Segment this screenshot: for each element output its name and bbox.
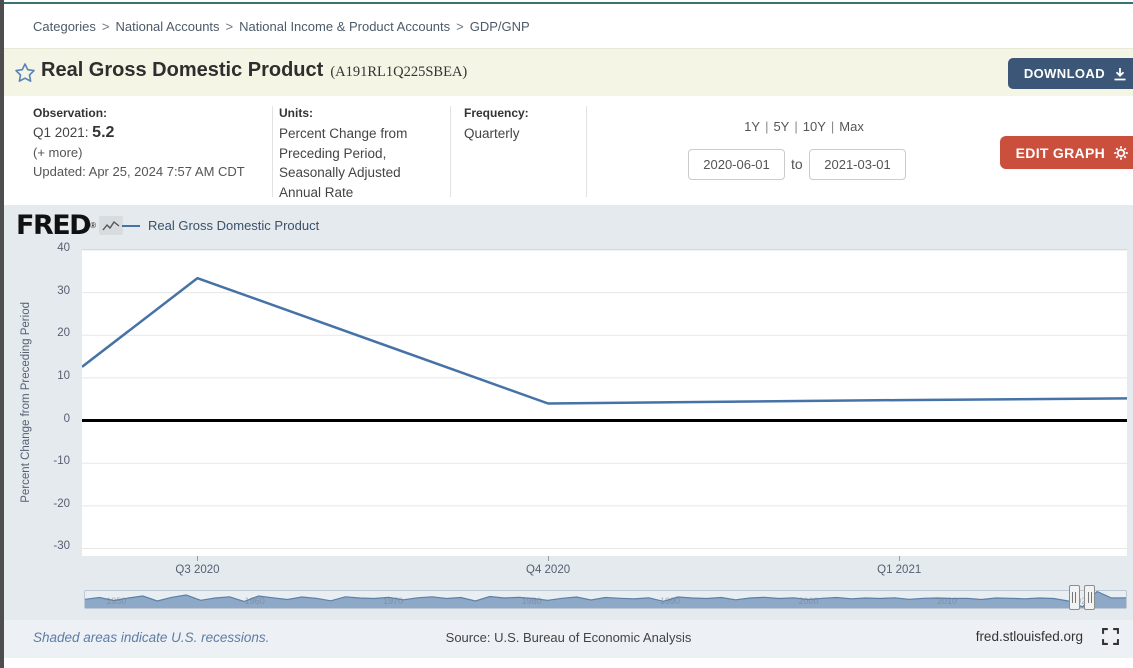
observation-value: 5.2 [92,124,114,141]
graph-section: FRED® Real Gross Domestic Product Percen… [4,205,1133,620]
gear-icon [1113,145,1129,161]
slider-decade-label: 2000 [798,596,818,606]
source-text: Source: U.S. Bureau of Economic Analysis [4,630,1133,645]
legend-label: Real Gross Domestic Product [148,218,319,233]
range-separator: | [765,119,768,134]
range-max-link[interactable]: Max [839,119,864,134]
x-axis: Q3 2020 Q4 2020 Q1 2021 [82,556,1127,582]
frequency-label: Frequency: [464,106,586,120]
breadcrumb-categories[interactable]: Categories [33,19,96,34]
observation-period: Q1 2021: [33,125,89,140]
download-label: DOWNLOAD [1024,66,1105,81]
slider-decade-label: 2010 [937,596,957,606]
series-title: Real Gross Domestic Product [41,59,323,81]
x-tick-label: Q3 2020 [157,564,237,576]
slider-decade-label: 1980 [522,596,542,606]
y-tick-label: 0 [64,413,70,425]
slider-handle-left[interactable] [1069,585,1080,610]
page-title: Real Gross Domestic Product (A191RL1Q225S… [41,59,467,82]
edit-graph-label: EDIT GRAPH [1016,145,1105,161]
legend-line-swatch [122,225,140,227]
slider-decade-label: 1960 [245,596,265,606]
range-10y-link[interactable]: 10Y [803,119,826,134]
registered-mark: ® [90,221,96,230]
slider-decade-label: 1970 [383,596,403,606]
y-axis-tick-labels: 403020100-10-20-30 [4,249,76,556]
range-1y-link[interactable]: 1Y [744,119,760,134]
slider-decade-label: 1950 [106,596,126,606]
frequency-value: Quarterly [464,124,586,144]
chart-legend: Real Gross Domestic Product [122,218,319,233]
y-tick-label: 40 [57,242,70,254]
observation-updated: Updated: Apr 25, 2024 7:57 AM CDT [33,164,272,179]
plot-area[interactable] [82,249,1127,556]
breadcrumb-national-accounts[interactable]: National Accounts [115,19,219,34]
breadcrumb-nipa[interactable]: National Income & Product Accounts [239,19,450,34]
end-date-input[interactable] [809,149,906,180]
fred-wordmark: FRED [16,210,90,241]
graph-footer: Shaded areas indicate U.S. recessions. S… [4,620,1133,658]
date-range-to-label: to [791,156,803,172]
x-tick-mark [899,556,900,561]
y-tick-label: 20 [57,327,70,339]
x-tick-mark [548,556,549,561]
x-tick-label: Q1 2021 [859,564,939,576]
info-row: Observation: Q1 2021: 5.2 (+ more) Updat… [4,96,1133,205]
favorite-star-icon[interactable] [14,62,36,84]
edit-graph-button[interactable]: EDIT GRAPH [1000,136,1133,169]
units-panel: Units: Percent Change from Preceding Per… [273,106,451,197]
units-text: Preceding Period, [279,144,450,164]
y-tick-label: -20 [53,498,70,510]
window-top-accent-line [4,2,1133,4]
x-tick-label: Q4 2020 [508,564,588,576]
breadcrumb-separator: > [226,19,234,34]
range-separator: | [794,119,797,134]
observation-label: Observation: [33,106,272,120]
y-tick-label: 10 [57,370,70,382]
range-separator: | [831,119,834,134]
download-button[interactable]: DOWNLOAD [1008,58,1133,89]
y-tick-label: -30 [53,540,70,552]
x-tick-mark [197,556,198,561]
download-icon [1113,67,1127,81]
units-text: Percent Change from [279,124,450,144]
fred-logo[interactable]: FRED® [16,210,123,241]
breadcrumb-separator: > [102,19,110,34]
fullscreen-icon[interactable] [1102,628,1119,645]
observation-panel: Observation: Q1 2021: 5.2 (+ more) Updat… [33,106,273,197]
gdp-line-chart [82,250,1127,557]
date-range-slider[interactable]: 19501960197019801990200020102020 [84,590,1127,609]
slider-mini-chart [85,591,1126,608]
units-label: Units: [279,106,450,120]
slider-handle-right[interactable] [1084,585,1095,610]
time-range-links: 1Y | 5Y | 10Y | Max [704,119,904,134]
range-5y-link[interactable]: 5Y [773,119,789,134]
y-tick-label: 30 [57,285,70,297]
series-id: (A191RL1Q225SBEA) [330,64,467,80]
frequency-panel: Frequency: Quarterly [451,106,587,197]
title-bar: Real Gross Domestic Product (A191RL1Q225S… [4,48,1133,96]
more-observations-link[interactable]: (+ more) [33,145,272,160]
fred-chart-icon [99,216,123,235]
slider-decade-label: 1990 [660,596,680,606]
units-text: Seasonally Adjusted [279,163,450,183]
start-date-input[interactable] [688,149,785,180]
units-text: Annual Rate [279,183,450,203]
window-left-edge [0,0,4,668]
breadcrumb-gdp-gnp[interactable]: GDP/GNP [470,19,530,34]
y-tick-label: -10 [53,455,70,467]
breadcrumb-separator: > [456,19,464,34]
breadcrumb: Categories > National Accounts > National In… [4,4,1133,48]
fred-site-link[interactable]: fred.stlouisfed.org [976,629,1083,644]
